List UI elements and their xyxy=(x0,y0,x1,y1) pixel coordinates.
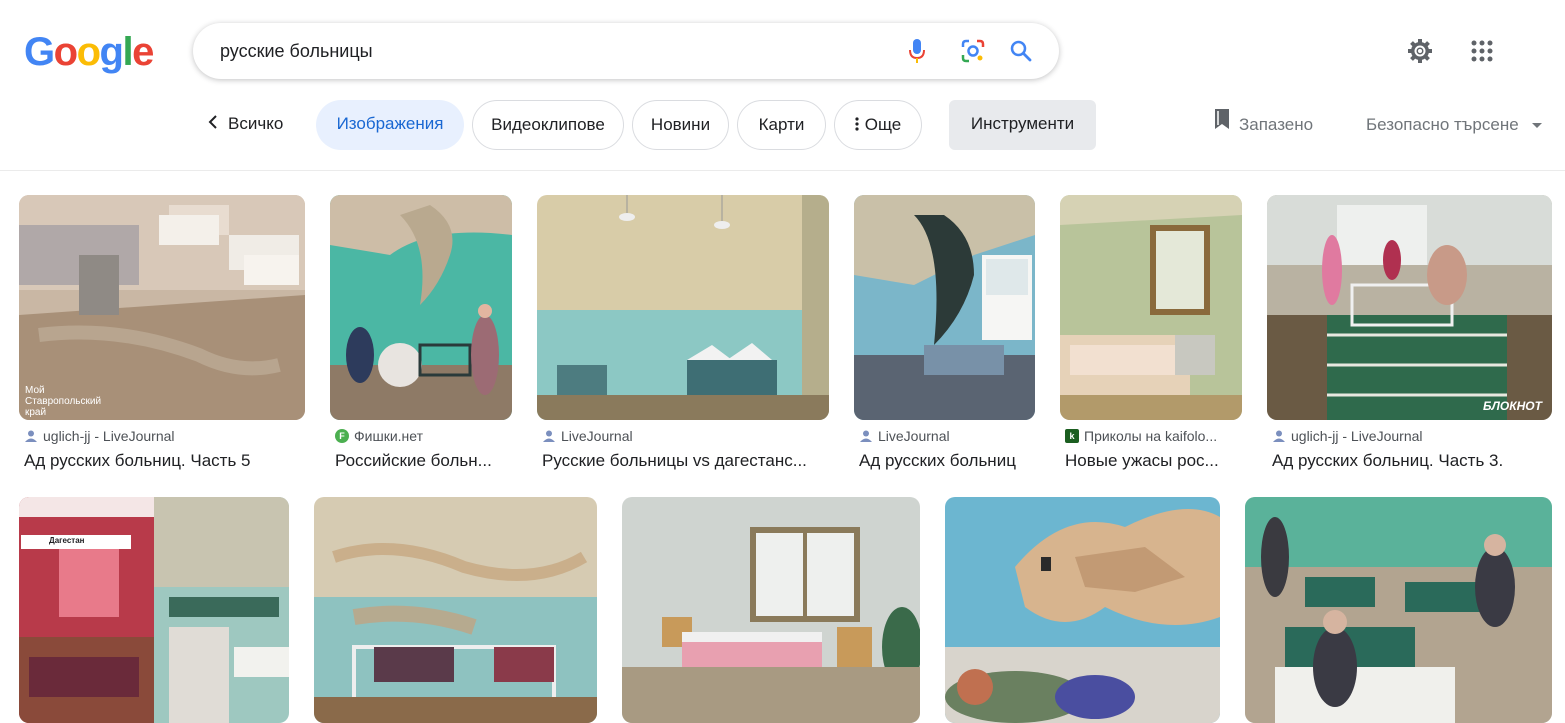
result-thumbnail[interactable] xyxy=(314,497,597,723)
tab-videos-label: Видеоклипове xyxy=(491,115,605,134)
result-thumbnail[interactable]: БЛОКНОТ xyxy=(1267,195,1552,420)
result-thumbnail[interactable] xyxy=(945,497,1220,723)
result-source-label: Приколы на kaifolo... xyxy=(1084,428,1218,444)
google-logo[interactable]: Google xyxy=(24,30,154,74)
header-divider xyxy=(0,170,1565,171)
result-source[interactable]: k Приколы на kaifolo... xyxy=(1065,428,1243,444)
result-title[interactable]: Новые ужасы рос... xyxy=(1065,451,1243,471)
logo-letter: G xyxy=(24,30,55,74)
result-source[interactable]: LiveJournal xyxy=(859,428,1036,444)
search-input[interactable] xyxy=(220,23,880,79)
image-result[interactable] xyxy=(1245,497,1552,723)
result-source-label: LiveJournal xyxy=(878,428,950,444)
gear-icon[interactable] xyxy=(1404,35,1436,67)
fishki-icon: F xyxy=(335,429,349,443)
result-title[interactable]: Русские больницы vs дагестанс... xyxy=(542,451,830,471)
tools-button[interactable]: Инструменти xyxy=(949,100,1096,150)
saved-link[interactable]: Запазено xyxy=(1213,100,1313,150)
result-source[interactable]: F Фишки.нет xyxy=(335,428,513,444)
result-thumbnail[interactable]: Мой Ставропольский край xyxy=(19,195,305,420)
image-result[interactable]: LiveJournal Ад русских больниц xyxy=(854,195,1035,480)
result-thumbnail[interactable] xyxy=(622,497,920,723)
safe-search-dropdown[interactable]: Безопасно търсене xyxy=(1366,100,1543,150)
tab-maps[interactable]: Карти xyxy=(737,100,826,150)
image-result[interactable]: БЛОКНОТ uglich-jj - LiveJournal Ад русск… xyxy=(1267,195,1552,480)
result-thumbnail[interactable] xyxy=(537,195,829,420)
result-thumbnail[interactable] xyxy=(854,195,1035,420)
image-result[interactable]: Дагестан xyxy=(19,497,289,723)
microphone-icon[interactable] xyxy=(903,37,931,65)
search-icon[interactable] xyxy=(1007,37,1035,65)
tab-images[interactable]: Изображения xyxy=(316,100,464,150)
livejournal-icon xyxy=(859,429,873,443)
apps-grid-icon[interactable] xyxy=(1466,35,1498,67)
image-result[interactable]: Мой Ставропольский край uglich-jj - Live… xyxy=(19,195,305,480)
tab-all-label: Всичко xyxy=(228,114,284,133)
logo-letter: l xyxy=(122,30,133,74)
tab-all[interactable]: Всичко xyxy=(200,100,304,150)
image-result[interactable] xyxy=(622,497,920,723)
result-thumbnail[interactable]: Дагестан xyxy=(19,497,289,723)
tab-maps-label: Карти xyxy=(758,115,805,134)
logo-letter: e xyxy=(132,30,154,74)
result-title[interactable]: Ад русских больниц. Часть 3. xyxy=(1272,451,1553,471)
tab-more[interactable]: Още xyxy=(834,100,922,150)
logo-letter: o xyxy=(53,30,78,74)
result-thumbnail[interactable] xyxy=(1060,195,1242,420)
chevron-left-icon xyxy=(208,101,218,149)
tools-label: Инструменти xyxy=(970,114,1075,133)
result-thumbnail[interactable] xyxy=(1245,497,1552,723)
watermark-text: БЛОКНОТ xyxy=(1483,399,1542,413)
logo-letter: g xyxy=(99,30,124,74)
result-source-label: Фишки.нет xyxy=(354,428,423,444)
tab-news-label: Новини xyxy=(650,115,711,134)
result-source-label: uglich-jj - LiveJournal xyxy=(43,428,175,444)
safe-search-label: Безопасно търсене xyxy=(1366,115,1519,134)
tab-videos[interactable]: Видеоклипове xyxy=(472,100,624,150)
livejournal-icon xyxy=(542,429,556,443)
saved-label: Запазено xyxy=(1239,115,1314,134)
camera-lens-icon[interactable] xyxy=(959,37,987,65)
result-source-label: uglich-jj - LiveJournal xyxy=(1291,428,1423,444)
result-title[interactable]: Ад русских больниц xyxy=(859,451,1036,471)
watermark-text: Дагестан xyxy=(49,536,85,545)
result-thumbnail[interactable] xyxy=(330,195,512,420)
logo-letter: o xyxy=(76,30,101,74)
search-box xyxy=(193,23,1059,79)
result-source[interactable]: uglich-jj - LiveJournal xyxy=(24,428,304,444)
image-result[interactable] xyxy=(314,497,597,723)
result-source[interactable]: LiveJournal xyxy=(542,428,830,444)
result-source-label: LiveJournal xyxy=(561,428,633,444)
result-title[interactable]: Российские больн... xyxy=(335,451,513,471)
image-result[interactable]: k Приколы на kaifolo... Новые ужасы рос.… xyxy=(1060,195,1242,480)
livejournal-icon xyxy=(1272,429,1286,443)
result-source[interactable]: uglich-jj - LiveJournal xyxy=(1272,428,1553,444)
caret-down-icon xyxy=(1531,100,1543,150)
kaifolog-icon: k xyxy=(1065,429,1079,443)
tab-images-label: Изображения xyxy=(336,114,444,133)
bookmark-icon xyxy=(1213,100,1231,150)
more-vert-icon xyxy=(855,102,859,150)
result-title[interactable]: Ад русских больниц. Часть 5 xyxy=(24,451,306,471)
image-result[interactable] xyxy=(945,497,1220,723)
image-result[interactable]: LiveJournal Русские больницы vs дагестан… xyxy=(537,195,829,480)
watermark-text: Мой Ставропольский край xyxy=(25,385,102,418)
livejournal-icon xyxy=(24,429,38,443)
tab-more-label: Още xyxy=(864,115,902,134)
image-result[interactable]: F Фишки.нет Российские больн... xyxy=(330,195,512,480)
tab-news[interactable]: Новини xyxy=(632,100,729,150)
